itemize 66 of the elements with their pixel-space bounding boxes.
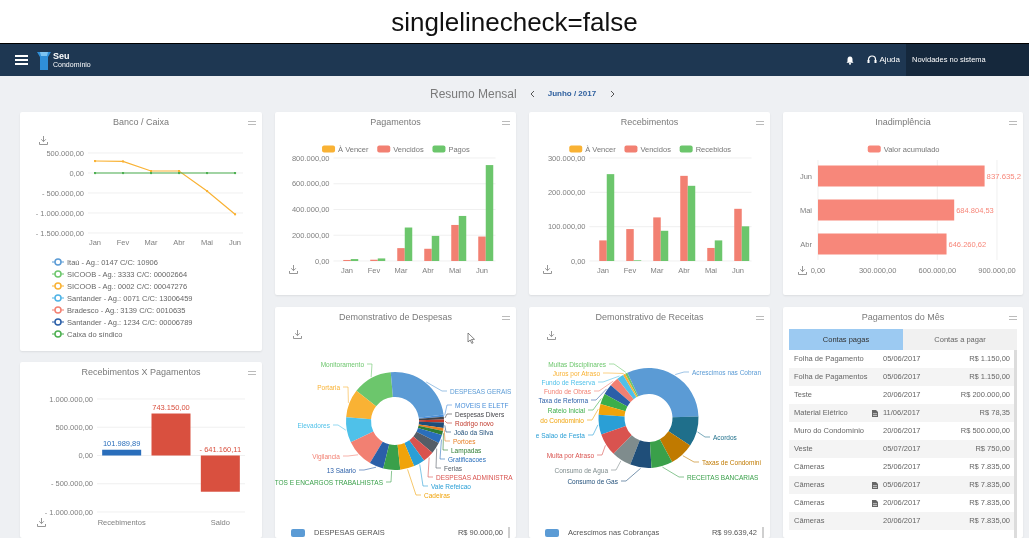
document-icon[interactable] [872,481,878,489]
download-icon[interactable] [798,265,807,275]
leader-line [586,408,599,421]
leader-line [342,386,349,404]
mouse-pointer-icon [467,332,475,344]
leader-line [332,424,347,431]
document-icon[interactable] [872,499,878,507]
legend-swatch[interactable] [624,145,638,153]
card-title: Demonstrativo de Despesas [337,311,454,325]
leader-line [425,381,448,392]
legend-swatch[interactable] [377,145,391,153]
card-title: Pagamentos [369,116,422,130]
leader-line [385,470,392,483]
document-icon[interactable] [872,409,878,417]
download-icon[interactable] [37,517,46,527]
card-title: Recebimentos X Pagamentos [80,366,202,380]
download-icon[interactable] [39,135,48,145]
download-icon[interactable] [547,330,556,340]
bar [660,230,669,261]
leader-line [587,424,599,436]
period-link[interactable]: Junho / 2017 [547,88,597,100]
legend-swatch[interactable] [322,145,336,153]
download-icon[interactable] [289,264,298,274]
leader-line [342,454,359,457]
legend-marker[interactable] [51,318,65,326]
legend-swatch[interactable] [867,145,881,153]
legend-swatch[interactable] [569,145,583,153]
legend-marker[interactable] [51,306,65,314]
bar [200,455,240,492]
legend-marker[interactable] [51,258,65,266]
legend-swatch[interactable] [679,145,693,153]
leader-line [662,466,685,478]
download-icon[interactable] [293,329,302,339]
section-title: Resumo Mensal [430,86,517,103]
caption: singlelinecheck=false [391,8,638,35]
help-link[interactable]: Ajuda [879,54,900,66]
leader-line [674,371,690,375]
download-icon[interactable] [543,264,552,274]
bar [458,215,467,261]
leader-line [358,466,377,471]
leader-line [596,445,606,456]
card-title: Inadimplência [874,116,932,130]
leader-line [587,398,602,411]
bell-icon[interactable] [845,55,854,65]
chevron-right-icon[interactable] [610,90,616,98]
legend-marker[interactable] [51,270,65,278]
card-title: Recebimentos [619,116,680,130]
legend-marker[interactable] [51,282,65,290]
legend-swatch[interactable] [432,145,446,153]
scrollbar[interactable] [762,527,764,538]
leader-line [366,363,373,378]
leader-line [682,455,700,463]
logo-text: Seu [53,51,71,61]
scrollbar[interactable] [508,527,510,538]
card-title: Pagamentos do Mês [860,311,946,325]
headset-icon[interactable] [866,55,877,65]
card-title: Banco / Caixa [112,116,170,130]
legend-marker[interactable] [51,330,65,338]
scrollbar[interactable] [1014,350,1017,538]
menu-icon[interactable] [15,55,28,65]
legend-marker[interactable] [51,294,65,302]
leader-line [590,388,607,401]
chevron-left-icon[interactable] [529,90,535,98]
leader-line [697,431,711,438]
logo-icon [37,50,51,70]
card-title: Demonstrativo de Receitas [594,311,705,325]
